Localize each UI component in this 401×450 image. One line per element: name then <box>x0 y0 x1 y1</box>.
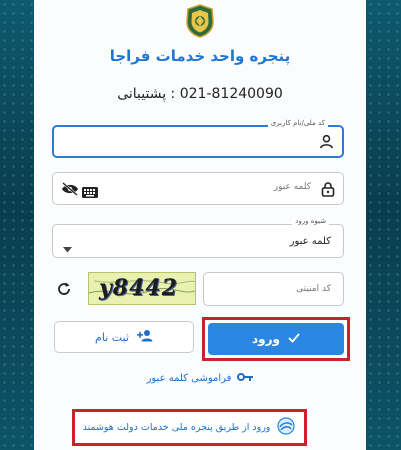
gov-login-link[interactable]: ورود از طریق پنجره ملی خدمات دولت هوشمند <box>72 409 307 446</box>
register-button-label: ثبت نام <box>95 330 129 344</box>
background-right <box>366 0 401 450</box>
password-field[interactable]: کلمه عبور <box>52 172 344 205</box>
login-method-select[interactable]: شیوه ورود کلمه عبور <box>52 217 344 258</box>
national-id-label: کد ملی/نام کاربری <box>267 119 328 127</box>
national-id-field[interactable]: کد ملی/نام کاربری <box>52 119 344 158</box>
gov-login-label: ورود از طریق پنجره ملی خدمات دولت هوشمند <box>82 422 271 433</box>
captcha-placeholder: کد امنیتی <box>296 284 331 294</box>
password-placeholder: کلمه عبور <box>273 182 311 192</box>
login-card: پنجره واحد خدمات فراجا 021-81240090 : پش… <box>34 0 366 450</box>
page-title: پنجره واحد خدمات فراجا <box>109 47 291 65</box>
login-button[interactable]: ورود <box>208 323 344 355</box>
register-button[interactable]: ثبت نام <box>54 321 194 353</box>
key-icon <box>237 373 254 384</box>
eye-off-icon[interactable] <box>61 181 79 200</box>
gov-logo-icon <box>276 417 296 438</box>
login-button-highlight: ورود <box>202 317 350 361</box>
user-icon <box>319 134 334 153</box>
captcha-text: y8442 <box>99 275 179 301</box>
captcha-input[interactable]: کد امنیتی <box>203 272 344 306</box>
captcha-image: y8442 <box>88 272 196 305</box>
login-method-value: کلمه عبور <box>289 236 331 247</box>
keyboard-icon[interactable] <box>82 183 98 202</box>
police-emblem-logo <box>182 4 218 38</box>
refresh-icon[interactable] <box>56 281 72 301</box>
check-icon <box>288 332 300 346</box>
forgot-password-link[interactable]: فراموشی کلمه عبور <box>34 373 366 384</box>
login-button-label: ورود <box>252 332 280 346</box>
add-user-icon <box>136 329 153 345</box>
lock-icon <box>321 181 335 201</box>
forgot-password-label: فراموشی کلمه عبور <box>146 373 232 384</box>
support-phone: 021-81240090 : پشتیبانی <box>117 86 283 102</box>
background-left <box>0 0 34 450</box>
chevron-down-icon <box>63 238 72 257</box>
login-method-label: شیوه ورود <box>292 217 329 225</box>
